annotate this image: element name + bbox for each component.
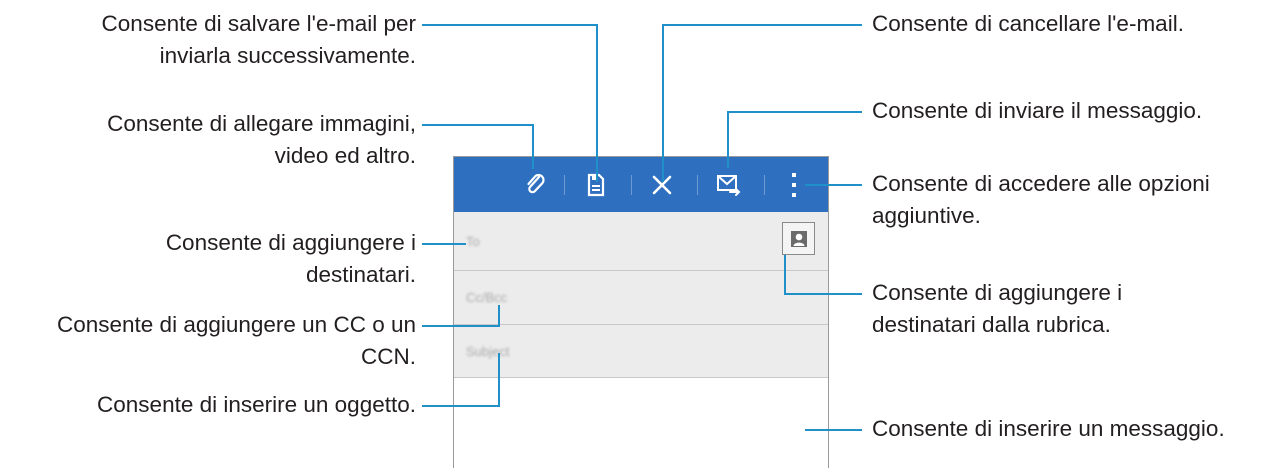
more-options-icon — [792, 172, 796, 197]
callout-recipients: Consente di aggiungere i destinatari. — [166, 227, 416, 291]
callout-text: Consente di accedere alle opzioni — [872, 171, 1210, 196]
callout-text: CCN. — [361, 344, 416, 369]
callout-line — [662, 24, 664, 182]
callout-options: Consente di accedere alle opzioni aggiun… — [872, 168, 1210, 232]
callout-line — [498, 353, 500, 407]
subject-field[interactable]: Subject — [454, 325, 828, 378]
callout-save: Consente di salvare l'e-mail per inviarl… — [102, 8, 416, 72]
callout-text: Consente di salvare l'e-mail per — [101, 11, 416, 36]
callout-text: destinatari dalla rubrica. — [872, 312, 1111, 337]
callout-text: destinatari. — [305, 262, 416, 287]
callout-line — [805, 184, 862, 186]
callout-text: Consente di allegare immagini, — [107, 111, 416, 136]
separator — [697, 175, 698, 195]
callout-text: video ed altro. — [274, 143, 416, 168]
paperclip-icon — [527, 173, 545, 193]
callout-send: Consente di inviare il messaggio. — [872, 95, 1202, 127]
callout-text: inviarla successivamente. — [159, 43, 416, 68]
callout-cc: Consente di aggiungere un CC o un CCN. — [57, 309, 416, 373]
callout-text: aggiuntive. — [872, 203, 981, 228]
callout-text: Consente di aggiungere i — [165, 230, 416, 255]
separator — [764, 175, 765, 195]
callout-line — [662, 24, 862, 26]
callout-text: Consente di inserire un oggetto. — [97, 392, 416, 417]
callout-text: Consente di inviare il messaggio. — [872, 98, 1203, 123]
callout-line — [727, 111, 729, 168]
callout-line — [422, 405, 500, 407]
send-email-icon — [717, 174, 741, 196]
callout-text: Consente di aggiungere un CC o un — [56, 312, 416, 337]
action-bar — [454, 157, 828, 212]
callout-line — [784, 255, 786, 295]
send-button[interactable] — [707, 157, 751, 212]
cc-bcc-field[interactable]: Cc/Bcc — [454, 271, 828, 325]
to-placeholder: To — [466, 234, 480, 249]
separator — [631, 175, 632, 195]
callout-line — [422, 243, 466, 245]
callout-line — [422, 325, 500, 327]
callout-delete: Consente di cancellare l'e-mail. — [872, 8, 1184, 40]
callout-line — [727, 111, 862, 113]
callout-line — [596, 24, 598, 182]
callout-attach: Consente di allegare immagini, video ed … — [107, 108, 416, 172]
to-field[interactable]: To — [454, 212, 828, 271]
callout-text: Consente di inserire un messaggio. — [872, 416, 1225, 441]
subject-placeholder: Subject — [466, 344, 510, 359]
callout-line — [422, 24, 598, 26]
callout-line — [498, 305, 500, 327]
callout-line — [422, 124, 534, 126]
callout-text: Consente di cancellare l'e-mail. — [872, 11, 1184, 36]
diagram-stage: To Cc/Bcc Subject Consente di salvare l'… — [0, 0, 1275, 468]
cc-placeholder: Cc/Bcc — [466, 290, 508, 305]
contacts-button[interactable] — [782, 222, 815, 255]
callout-subject: Consente di inserire un oggetto. — [97, 389, 416, 421]
separator — [564, 175, 565, 195]
callout-line — [784, 293, 862, 295]
callout-contacts: Consente di aggiungere i destinatari dal… — [872, 277, 1122, 341]
email-compose-screen: To Cc/Bcc Subject — [453, 156, 829, 468]
contact-icon — [790, 230, 807, 247]
attach-button[interactable] — [514, 157, 558, 212]
callout-text: Consente di aggiungere i — [872, 280, 1123, 305]
message-body[interactable] — [454, 378, 828, 468]
callout-line — [805, 429, 862, 431]
callout-message: Consente di inserire un messaggio. — [872, 413, 1225, 445]
callout-line — [532, 124, 534, 169]
